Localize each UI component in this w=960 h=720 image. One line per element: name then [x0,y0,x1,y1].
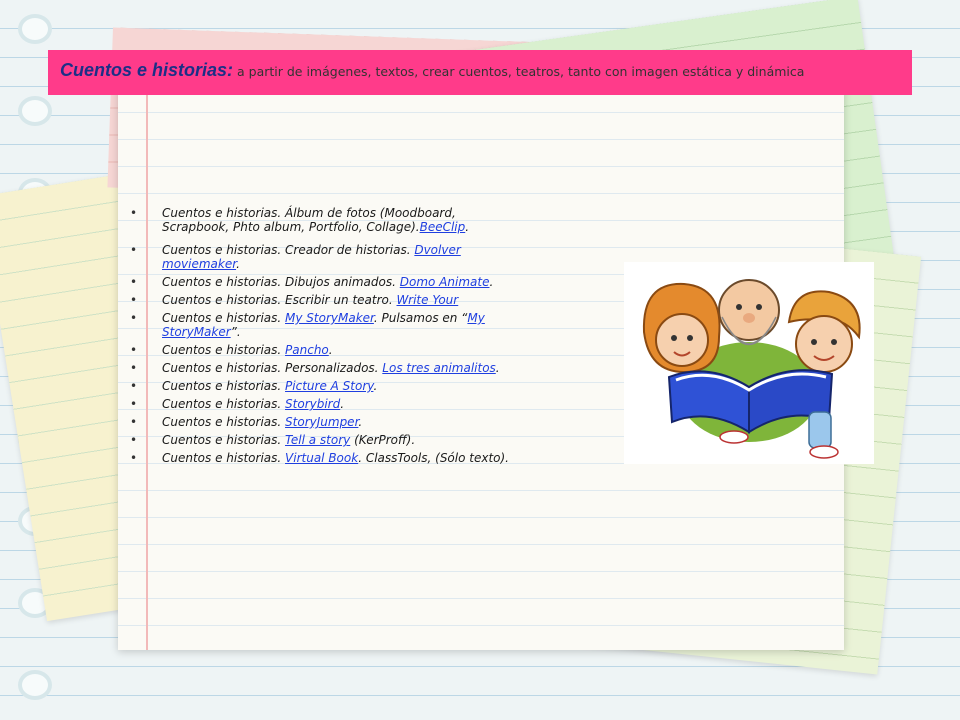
bullet-icon: • [130,206,138,220]
storytelling-illustration [624,262,874,464]
resource-list: • Cuentos e historias. Álbum de fotos (Mo… [130,206,510,469]
list-item: • Cuentos e historias. My StoryMaker. Pul… [130,311,485,339]
link-domo-animate[interactable]: Domo Animate [400,275,490,289]
slide-title-bar: Cuentos e historias: a partir de imágene… [48,50,912,95]
bullet-icon: • [130,343,138,357]
list-item: • Cuentos e historias. Picture A Story. [130,379,378,393]
list-item: • Cuentos e historias. Storybird. [130,397,345,411]
bullet-icon: • [130,311,138,325]
list-item: • Cuentos e historias. Virtual Book. Clas… [130,451,509,465]
link-my-storymaker[interactable]: My StoryMaker [285,311,374,325]
list-item: • Cuentos e historias. Álbum de fotos (Mo… [130,206,470,234]
bullet-icon: • [130,415,138,429]
bullet-icon: • [130,451,138,465]
link-virtual-book[interactable]: Virtual Book [285,451,358,465]
list-item: • Cuentos e historias. Escribir un teatro… [130,293,459,307]
bullet-icon: • [130,433,138,447]
link-los-tres-animalitos[interactable]: Los tres animalitos [382,361,495,375]
slide-title: Cuentos e historias: [60,60,234,80]
bullet-icon: • [130,379,138,393]
link-storybird[interactable]: Storybird [285,397,340,411]
link-pancho[interactable]: Pancho [285,343,329,357]
grandfather-reading-icon [642,279,861,459]
link-tell-a-story[interactable]: Tell a story [285,433,350,447]
bullet-icon: • [130,361,138,375]
list-item: • Cuentos e historias. Dibujos animados. … [130,275,494,289]
binder-ring [18,14,52,44]
list-item: • Cuentos e historias. Personalizados. Lo… [130,361,500,375]
link-write-your[interactable]: Write Your [397,293,459,307]
list-item: • Cuentos e historias. Tell a story (KerP… [130,433,416,447]
binder-ring [18,670,52,700]
link-picture-a-story[interactable]: Picture A Story [285,379,373,393]
bullet-icon: • [130,397,138,411]
link-storyjumper[interactable]: StoryJumper [285,415,358,429]
bullet-icon: • [130,275,138,289]
list-item: • Cuentos e historias. Creador de histori… [130,243,461,271]
slide-subtitle: a partir de imágenes, textos, crear cuen… [233,64,805,79]
bullet-icon: • [130,243,138,257]
list-item: • Cuentos e historias. Pancho. [130,343,333,357]
link-beeclip[interactable]: BeeClip [420,220,466,234]
list-item: • Cuentos e historias. StoryJumper. [130,415,363,429]
bullet-icon: • [130,293,138,307]
binder-ring [18,96,52,126]
